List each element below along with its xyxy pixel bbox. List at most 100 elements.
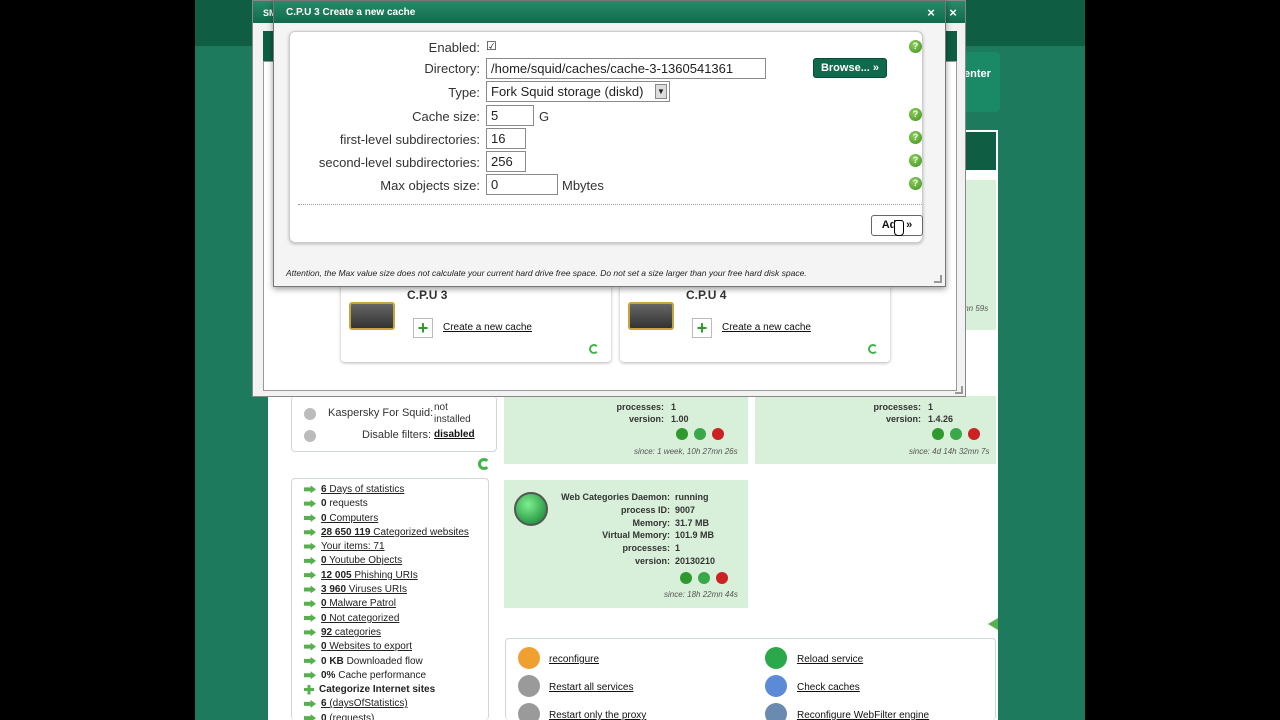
close-icon[interactable]: × [923, 5, 939, 21]
stat-value: 3 960 [321, 584, 347, 596]
resize-handle[interactable] [934, 275, 942, 283]
start-icon[interactable] [932, 428, 944, 440]
stat-label: Viruses URIs [346, 584, 407, 596]
refresh-icon[interactable] [589, 344, 599, 354]
stop-icon[interactable] [716, 572, 728, 584]
stat-item[interactable]: 0 Youtube Objects [304, 555, 486, 569]
stat-text[interactable]: Your items: 71 [321, 541, 385, 552]
directory-input[interactable] [486, 58, 766, 79]
add-icon[interactable]: + [692, 318, 712, 338]
stat-text: Categorize Internet sites [319, 684, 435, 695]
stat-text[interactable]: 0 (requests) [321, 713, 374, 720]
stat-item: 0 KB Downloaded flow [304, 656, 486, 670]
stop-icon[interactable] [712, 428, 724, 440]
stat-item[interactable]: 0 (requests) [304, 713, 486, 720]
stat-label: requests [326, 498, 368, 510]
restart-icon[interactable] [950, 428, 962, 440]
stat-item[interactable]: 6 Days of statistics [304, 484, 486, 498]
reconfigure-webfilter-link[interactable]: Reconfigure WebFilter engine [797, 710, 929, 720]
stat-item: 0% Cache performance [304, 670, 486, 684]
statistics-panel: 6 Days of statistics 0 requests 0 Computer… [291, 478, 489, 720]
download-icon [518, 647, 540, 669]
arrow-right-icon [304, 485, 316, 494]
restart-proxy-link[interactable]: Restart only the proxy [549, 710, 646, 720]
stat-text[interactable]: 6 (daysOfStatistics) [321, 698, 408, 709]
arrow-right-icon [304, 556, 316, 565]
cache-size-unit: G [539, 109, 550, 124]
stat-text[interactable]: 0 Websites to export [321, 641, 412, 652]
stat-item[interactable]: 12 005 Phishing URIs [304, 570, 486, 584]
stat-text[interactable]: 12 005 Phishing URIs [321, 570, 418, 581]
stat-text[interactable]: 3 960 Viruses URIs [321, 584, 407, 595]
service-box-left: processes: 1 version: 1.00 since: 1 week… [504, 396, 748, 464]
cpu-chip-icon [349, 302, 395, 330]
status-panel: Kaspersky For Squid: not installed Disab… [291, 396, 497, 452]
status-value: not installed [434, 402, 471, 425]
browse-button[interactable]: Browse... » [813, 58, 887, 78]
stat-text[interactable]: 28 650 119 Categorized websites [321, 527, 469, 538]
stat-item[interactable]: 3 960 Viruses URIs [304, 584, 486, 598]
help-icon[interactable]: ? [909, 131, 922, 144]
help-icon[interactable]: ? [909, 40, 922, 53]
stat-label: Downloaded flow [343, 655, 423, 667]
stat-text[interactable]: 0 Not categorized [321, 613, 399, 624]
stat-item[interactable]: Your items: 71 [304, 541, 486, 555]
help-icon[interactable]: ? [909, 108, 922, 121]
wc-value: 31.7 MB [675, 517, 710, 528]
start-icon[interactable] [680, 572, 692, 584]
enabled-checkbox[interactable]: ☑ [486, 39, 497, 53]
first-level-input[interactable] [486, 128, 526, 149]
help-icon[interactable]: ? [909, 177, 922, 190]
cache-size-input[interactable] [486, 105, 534, 126]
stat-label: Categorized websites [370, 526, 469, 538]
restart-icon[interactable] [698, 572, 710, 584]
create-cache-link[interactable]: Create a new cache [443, 322, 532, 333]
reconfigure-link[interactable]: reconfigure [549, 654, 599, 665]
wc-label: version: [634, 556, 670, 566]
stat-text[interactable]: 0 Youtube Objects [321, 555, 402, 566]
dialog-titlebar[interactable]: C.P.U 3 Create a new cache [274, 1, 945, 23]
type-select[interactable]: Fork Squid storage (diskd) ▼ [486, 81, 670, 102]
outer-resize-handle[interactable] [955, 386, 963, 394]
close-icon[interactable]: × [945, 5, 961, 21]
wc-label: Web Categories Daemon: [561, 492, 670, 502]
arrow-right-icon [304, 513, 316, 522]
stop-icon[interactable] [968, 428, 980, 440]
stat-text[interactable]: 0 Computers [321, 513, 378, 524]
check-caches-link[interactable]: Check caches [797, 682, 860, 693]
teal-button-label: enter [964, 68, 991, 80]
dialog-title: C.P.U 3 Create a new cache [286, 7, 416, 18]
stat-item[interactable]: 92 categories [304, 627, 486, 641]
web-categories-box: since: 18h 22mn 44s Web Categories Daemo… [504, 480, 748, 608]
stat-item[interactable]: 6 (daysOfStatistics) [304, 698, 486, 712]
refresh-icon[interactable] [868, 344, 878, 354]
reload-service-link[interactable]: Reload service [797, 654, 863, 665]
stat-value: 28 650 119 [321, 526, 371, 538]
stat-text[interactable]: 0 Malware Patrol [321, 598, 396, 609]
cpu-card: C.P.U 4 + Create a new cache [620, 284, 890, 362]
restart-icon[interactable] [694, 428, 706, 440]
stat-text[interactable]: 92 categories [321, 627, 381, 638]
stat-item[interactable]: 28 650 119 Categorized websites [304, 527, 486, 541]
version-label: version: [885, 414, 921, 424]
disable-filters-link[interactable]: disabled [434, 429, 475, 440]
refresh-icon[interactable] [478, 458, 490, 470]
max-objects-unit: Mbytes [562, 178, 604, 193]
create-cache-link[interactable]: Create a new cache [722, 322, 811, 333]
stat-item[interactable]: 0 Websites to export [304, 641, 486, 655]
arrow-right-icon [304, 671, 316, 680]
stat-item[interactable]: 0 Not categorized [304, 613, 486, 627]
max-objects-input[interactable] [486, 174, 558, 195]
status-icon [304, 408, 316, 420]
second-level-input[interactable] [486, 151, 526, 172]
stat-text[interactable]: 6 Days of statistics [321, 484, 404, 495]
start-icon[interactable] [676, 428, 688, 440]
create-cache-dialog: C.P.U 3 Create a new cache × Enabled: ☑ … [273, 0, 946, 287]
stat-label: (requests) [326, 712, 375, 720]
stat-item[interactable]: 0 Malware Patrol [304, 598, 486, 612]
restart-all-link[interactable]: Restart all services [549, 682, 633, 693]
help-icon[interactable]: ? [909, 154, 922, 167]
stat-item[interactable]: 0 Computers [304, 513, 486, 527]
stat-value: 92 [321, 626, 333, 638]
add-icon[interactable]: + [413, 318, 433, 338]
